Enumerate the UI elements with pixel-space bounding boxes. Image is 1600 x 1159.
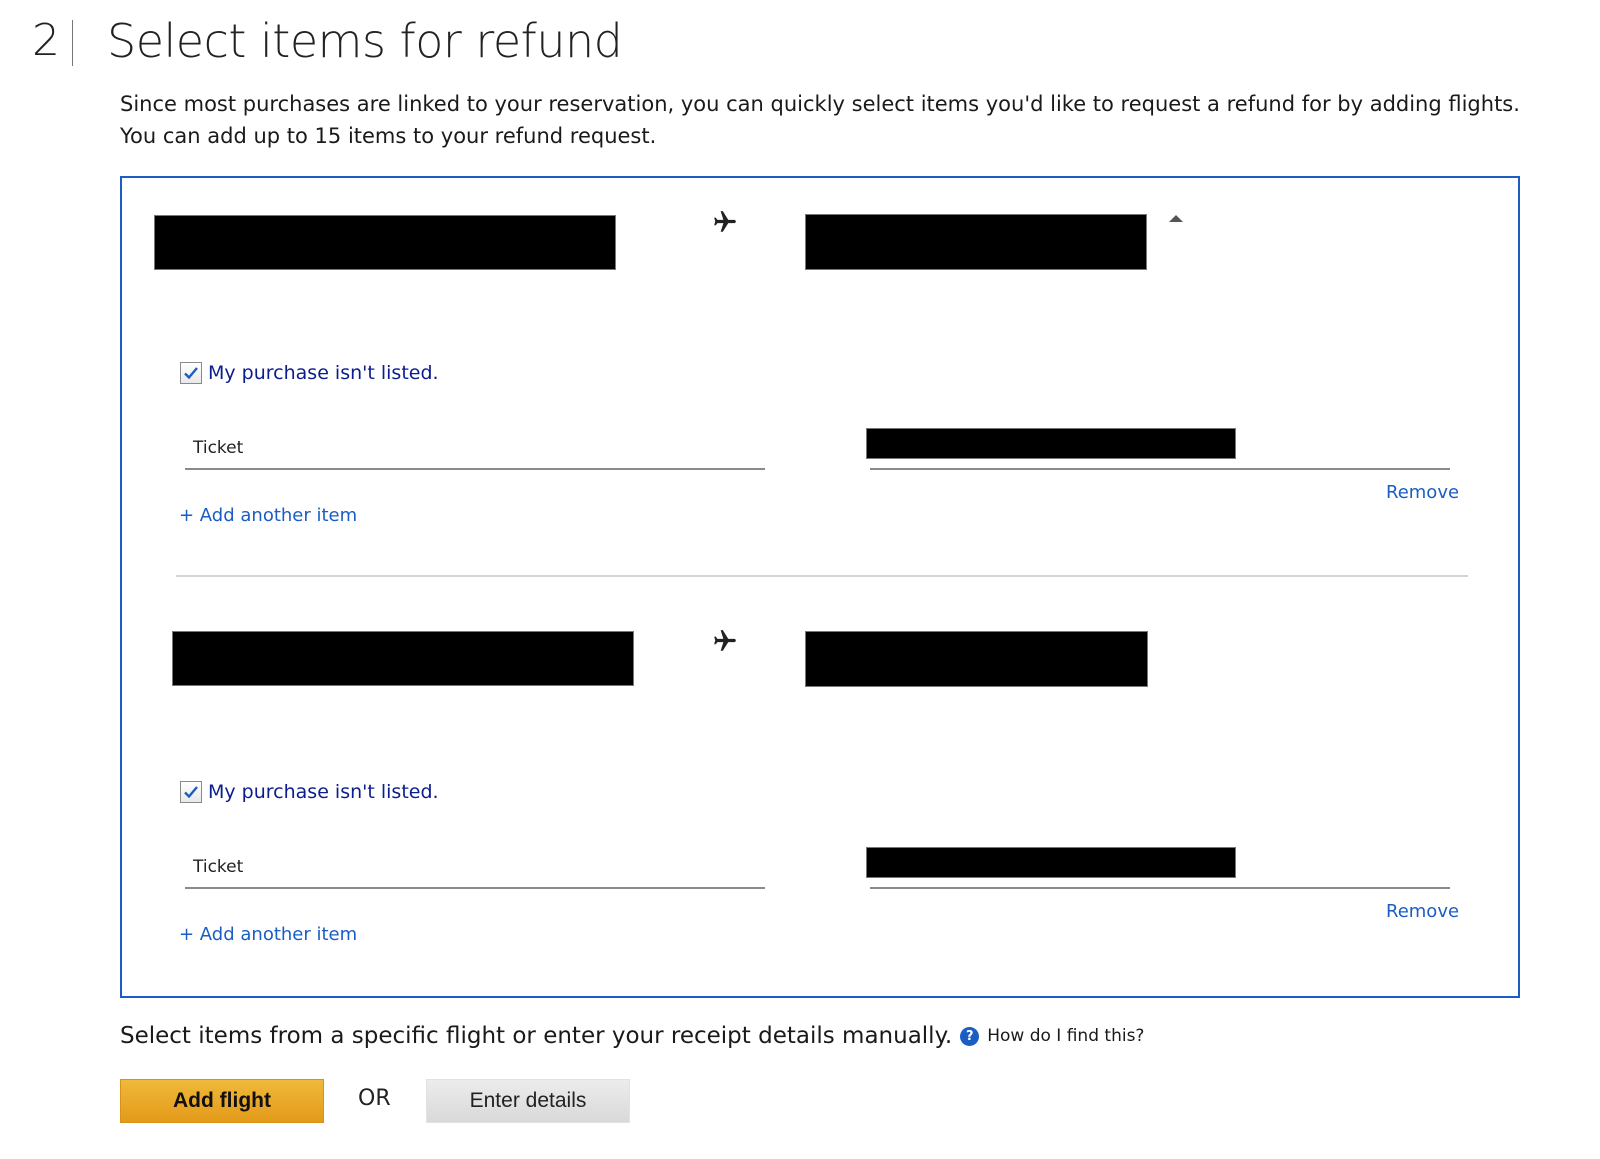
checkbox-label: My purchase isn't listed. (208, 362, 439, 384)
add-another-item-link[interactable]: + Add another item (179, 924, 357, 945)
intro-text: Since most purchases are linked to your … (120, 92, 1520, 148)
item-type-value: Ticket (193, 857, 244, 877)
airplane-icon (714, 211, 736, 232)
or-label: OR (358, 1086, 391, 1111)
item-detail-redacted (866, 428, 1236, 459)
item-detail-field[interactable] (866, 426, 1450, 470)
how-do-i-find-this-link[interactable]: How do I find this? (987, 1026, 1144, 1046)
checkbox-box[interactable] (180, 362, 202, 384)
remove-link[interactable]: Remove (1386, 901, 1459, 922)
item-detail-field[interactable] (866, 845, 1450, 889)
help-icon[interactable]: ? (960, 1026, 980, 1046)
checkmark-icon (184, 786, 198, 799)
checkbox-box[interactable] (180, 781, 202, 803)
step-number: 2 (32, 15, 60, 66)
collapse-caret-icon[interactable] (1169, 215, 1183, 222)
item-type-value: Ticket (193, 438, 244, 458)
add-another-item-link[interactable]: + Add another item (179, 505, 357, 526)
destination-redacted (805, 631, 1148, 687)
item-type-field[interactable]: Ticket (185, 426, 765, 470)
item-type-field[interactable]: Ticket (185, 845, 765, 889)
purchase-not-listed-checkbox[interactable]: My purchase isn't listed. (180, 362, 439, 384)
page-title: Select items for refund (107, 14, 623, 68)
remove-link[interactable]: Remove (1386, 482, 1459, 503)
enter-details-button[interactable]: Enter details (426, 1079, 630, 1123)
airplane-icon (714, 630, 736, 651)
origin-redacted (154, 215, 616, 270)
flight-separator (176, 575, 1468, 577)
origin-redacted (172, 631, 634, 686)
checkmark-icon (184, 367, 198, 380)
purchase-not-listed-checkbox[interactable]: My purchase isn't listed. (180, 781, 439, 803)
footer-prompt: Select items from a specific flight or e… (120, 1023, 1144, 1049)
step-header: 2 Select items for refund (32, 12, 623, 70)
refund-items-panel: My purchase isn't listed. Ticket Remove … (120, 176, 1520, 998)
add-flight-button[interactable]: Add flight (120, 1079, 324, 1123)
step-divider (72, 20, 73, 66)
item-detail-redacted (866, 847, 1236, 878)
footer-prompt-text: Select items from a specific flight or e… (120, 1023, 953, 1049)
checkbox-label: My purchase isn't listed. (208, 781, 439, 803)
destination-redacted (805, 214, 1147, 270)
